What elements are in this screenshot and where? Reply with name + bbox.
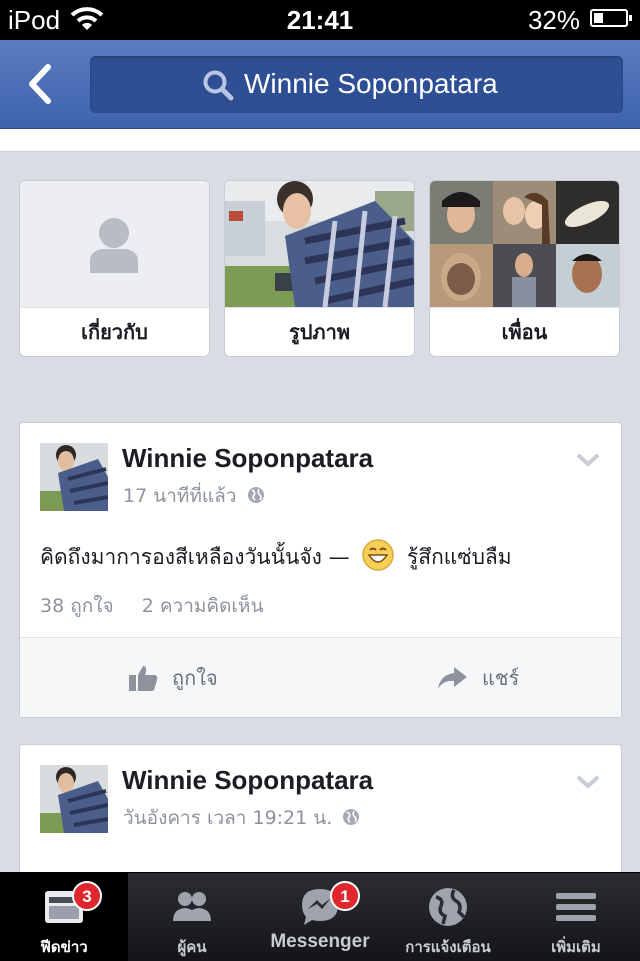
battery-percentage: 32% bbox=[527, 5, 580, 35]
status-bar: iPod 21:41 32% bbox=[0, 0, 640, 40]
like-button[interactable]: ถูกใจ bbox=[128, 638, 218, 717]
friends-tile[interactable]: เพื่อน bbox=[429, 180, 620, 357]
search-field[interactable]: Winnie Soponpatara bbox=[90, 56, 623, 113]
post-author[interactable]: Winnie Soponpatara bbox=[122, 765, 373, 796]
battery-icon bbox=[590, 9, 632, 27]
grinning-emoji-icon bbox=[362, 539, 395, 571]
tab-label: Messenger bbox=[270, 931, 370, 952]
friends-icon bbox=[173, 892, 211, 921]
post-timestamp: วันอังคาร เวลา 19:21 น. bbox=[123, 803, 360, 833]
chevron-down-icon[interactable] bbox=[575, 773, 601, 791]
person-silhouette-icon bbox=[90, 218, 138, 273]
tab-label: ฟีดข่าว bbox=[40, 938, 88, 956]
about-label: เกี่ยวกับ bbox=[20, 307, 209, 356]
back-arrow-icon[interactable] bbox=[20, 62, 64, 106]
tab-label: เพิ่มเติม bbox=[551, 938, 601, 956]
friends-label: เพื่อน bbox=[430, 307, 619, 356]
comment-count[interactable]: 2 ความคิดเห็น bbox=[142, 595, 264, 617]
share-button[interactable]: แชร์ bbox=[436, 638, 519, 717]
photos-thumbnail bbox=[225, 181, 414, 307]
news-feed-badge: 3 bbox=[72, 881, 102, 911]
globe-icon bbox=[343, 809, 360, 825]
profile-header-strip bbox=[0, 129, 640, 152]
tab-bar: 3 ฟีดข่าว ผู้คน 1 Messenger การแจ้งเตือน bbox=[0, 872, 640, 961]
tab-label: ผู้คน bbox=[177, 938, 207, 956]
tab-label: การแจ้งเตือน bbox=[405, 938, 491, 956]
photos-tile[interactable]: รูปภาพ bbox=[224, 180, 415, 357]
navigation-bar: Winnie Soponpatara bbox=[0, 40, 640, 129]
tab-messenger[interactable]: 1 Messenger bbox=[256, 873, 384, 961]
chevron-down-icon[interactable] bbox=[575, 451, 601, 469]
about-tile[interactable]: เกี่ยวกับ bbox=[19, 180, 210, 357]
post-timestamp: 17 นาทีที่แล้ว bbox=[123, 481, 265, 511]
like-count[interactable]: 38 ถูกใจ bbox=[40, 595, 114, 617]
post-text: คิดถึงมาการองสีเหลืองวันนั้นจัง — รู้สึก… bbox=[40, 539, 512, 574]
menu-icon bbox=[556, 893, 596, 921]
avatar[interactable] bbox=[40, 765, 108, 833]
search-query: Winnie Soponpatara bbox=[244, 68, 498, 99]
thumbs-up-icon bbox=[129, 665, 158, 691]
messenger-badge: 1 bbox=[330, 881, 360, 911]
tab-news-feed[interactable]: 3 ฟีดข่าว bbox=[0, 873, 128, 961]
post-card: Winnie Soponpatara 17 นาทีที่แล้ว คิดถึง… bbox=[19, 422, 622, 718]
tab-notifications[interactable]: การแจ้งเตือน bbox=[384, 873, 512, 961]
globe-icon bbox=[247, 487, 264, 503]
globe-icon bbox=[429, 888, 467, 926]
post-actions: ถูกใจ แชร์ bbox=[20, 637, 621, 717]
search-icon bbox=[203, 70, 234, 101]
tab-more[interactable]: เพิ่มเติม bbox=[512, 873, 640, 961]
post-author[interactable]: Winnie Soponpatara bbox=[122, 443, 373, 474]
avatar[interactable] bbox=[40, 443, 108, 511]
photos-label: รูปภาพ bbox=[225, 307, 414, 356]
about-thumbnail bbox=[20, 181, 209, 307]
friends-thumbnail bbox=[430, 181, 619, 307]
share-arrow-icon bbox=[438, 666, 467, 689]
tab-people[interactable]: ผู้คน bbox=[128, 873, 256, 961]
post-stats: 38 ถูกใจ 2 ความคิดเห็น bbox=[40, 591, 285, 621]
